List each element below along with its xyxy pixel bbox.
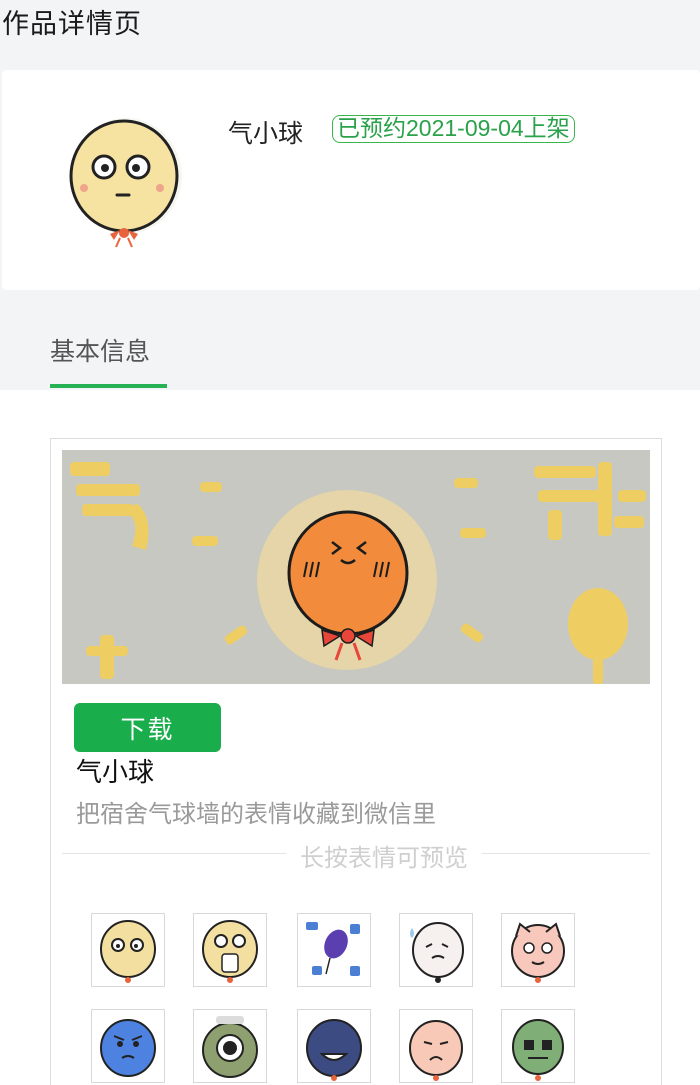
work-name: 气小球 [228,120,304,148]
sticker-item[interactable] [193,913,267,987]
sticker-item[interactable] [501,913,575,987]
page-title: 作品详情页 [2,9,142,39]
green-balloon-mask-icon [512,1019,564,1081]
basic-info-panel: 下载 气小球 把宿舍气球墙的表情收藏到微信里 长按表情可预览 [0,390,700,1085]
sticker-item[interactable] [91,913,165,987]
sticker-item[interactable] [297,1009,371,1083]
navy-balloon-grin-icon [306,1019,362,1081]
pack-name: 气小球 [76,757,155,787]
tab-bar: 基本信息 [0,290,700,390]
balloon-cover-icon [54,112,194,252]
pack-description: 把宿舍气球墙的表情收藏到微信里 [76,801,436,828]
sticker-item[interactable] [91,1009,165,1083]
banner-artwork-icon [62,450,650,684]
sticker-item[interactable] [399,1009,473,1083]
sticker-pack-card: 下载 气小球 把宿舍气球墙的表情收藏到微信里 长按表情可预览 [50,438,662,1085]
work-info-card: 气小球 已预约2021-09-04上架 [2,70,700,290]
tab-basic-info[interactable]: 基本信息 [50,332,150,368]
purple-balloon-text-icon [306,922,360,976]
download-button[interactable]: 下载 [74,703,221,752]
peach-balloon-frown-icon [409,1020,463,1081]
tab-active-indicator [50,384,167,388]
sticker-item[interactable] [193,1009,267,1083]
sticker-item[interactable] [399,913,473,987]
yellow-balloon-wide-eyes-icon [100,920,156,983]
green-one-eye-balloon-icon [202,1016,258,1078]
status-badge: 已预约2021-09-04上架 [332,115,575,143]
white-balloon-tear-icon [410,922,464,983]
preview-hint: 长按表情可预览 [286,838,482,873]
sticker-item[interactable] [297,913,371,987]
pack-banner [62,450,650,684]
sticker-item[interactable] [501,1009,575,1083]
blue-balloon-angry-icon [100,1019,156,1077]
pink-cat-balloon-icon [511,922,565,983]
yellow-balloon-crying-icon [202,920,258,983]
